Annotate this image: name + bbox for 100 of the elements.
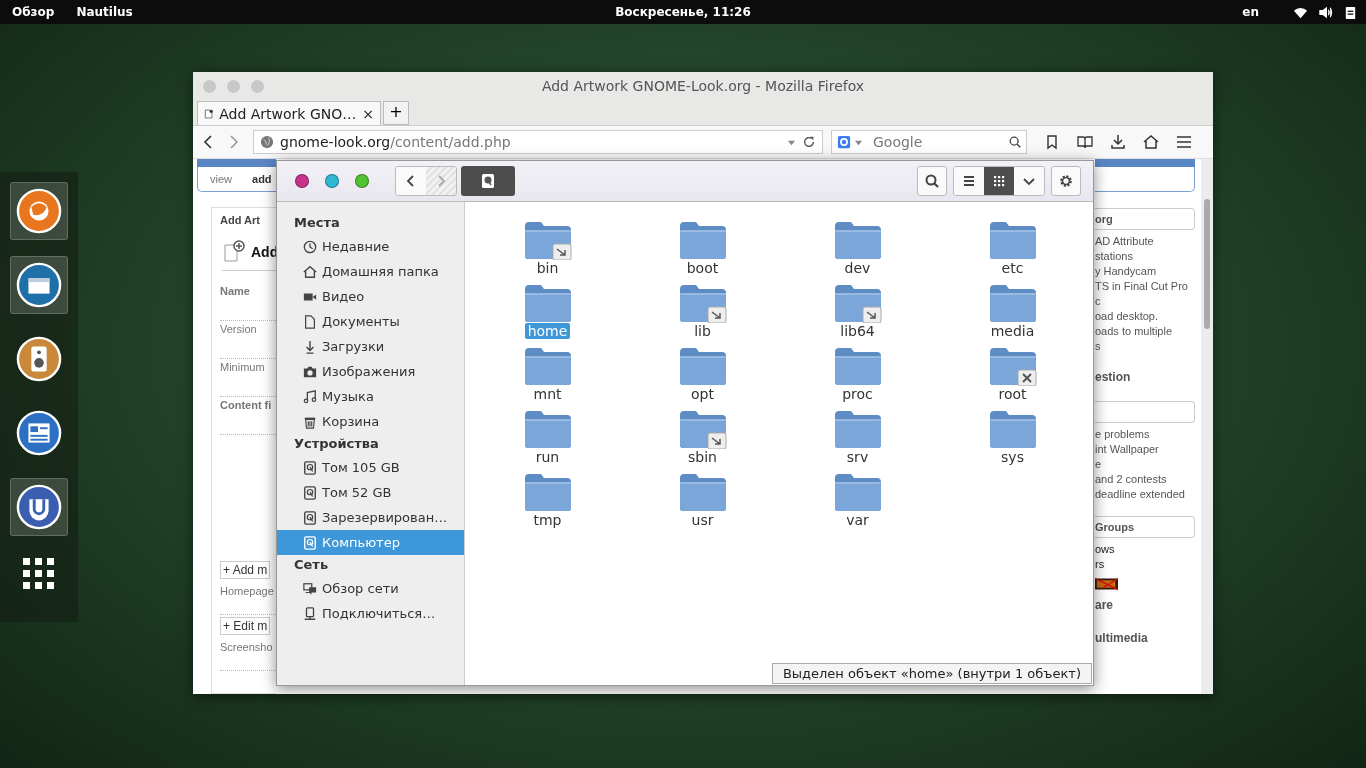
folder-icon[interactable] — [677, 472, 728, 512]
news-link[interactable]: oads to multiple — [1095, 324, 1195, 339]
page-tab-link[interactable]: view — [210, 173, 232, 185]
file-name[interactable]: media — [987, 323, 1038, 339]
address-bar[interactable]: gnome-look.org/content/add.php — [253, 130, 823, 154]
folder-icon[interactable] — [522, 472, 573, 512]
folder-icon[interactable] — [987, 220, 1038, 260]
book-icon[interactable] — [1077, 134, 1093, 150]
file-name[interactable]: usr — [688, 512, 717, 528]
close-tab-button[interactable]: × — [362, 105, 374, 122]
list-view-button[interactable] — [954, 167, 984, 195]
back-button[interactable] — [396, 167, 426, 195]
file-name[interactable]: root — [995, 386, 1030, 402]
app-menu[interactable]: Nautilus — [76, 5, 133, 19]
folder-icon[interactable] — [522, 346, 573, 386]
dock-item-running[interactable] — [10, 256, 68, 314]
folder-icon[interactable] — [677, 220, 728, 260]
news-link[interactable]: TS in Final Cut Pro — [1095, 279, 1195, 294]
news-link[interactable]: deadline extended — [1095, 487, 1195, 502]
folder-link-icon[interactable] — [832, 283, 883, 323]
news-link[interactable]: stations — [1095, 249, 1195, 264]
sidebar-item[interactable]: Обзор сети — [277, 576, 464, 601]
home-icon[interactable] — [1143, 134, 1159, 150]
file-name[interactable]: var — [843, 512, 872, 528]
search-bar[interactable]: Google — [831, 130, 1027, 154]
sidebar-item[interactable]: Том 52 GB — [277, 480, 464, 505]
search-icon[interactable] — [1008, 135, 1022, 149]
news-link[interactable]: int Wallpaper — [1095, 442, 1195, 457]
view-options-button[interactable] — [1014, 167, 1044, 195]
file-name[interactable]: sbin — [685, 449, 720, 465]
file-name[interactable]: opt — [688, 386, 717, 402]
sidebar-item[interactable]: Домашняя папка — [277, 259, 464, 284]
dock-item-running[interactable] — [10, 478, 68, 536]
sidebar-item[interactable]: Музыка — [277, 384, 464, 409]
download-icon[interactable] — [1110, 134, 1126, 150]
news-link[interactable]: y Handycam — [1095, 264, 1195, 279]
bookmark-icon[interactable] — [1044, 134, 1060, 150]
folder-icon[interactable] — [987, 409, 1038, 449]
page-tab-link[interactable]: add — [252, 173, 272, 185]
sidebar-item[interactable]: Документы — [277, 309, 464, 334]
folder-link-icon[interactable] — [522, 220, 573, 260]
app-grid-icon[interactable] — [23, 558, 55, 590]
folder-icon[interactable] — [522, 283, 573, 323]
scrollbar-thumb[interactable] — [1204, 199, 1210, 329]
news-link[interactable]: and 2 contests — [1095, 472, 1195, 487]
folder-icon[interactable] — [832, 346, 883, 386]
news-link[interactable]: s — [1095, 339, 1195, 354]
file-name[interactable]: tmp — [530, 512, 565, 528]
sidebar-item[interactable]: Загрузки — [277, 334, 464, 359]
volume-icon[interactable] — [1318, 4, 1333, 20]
path-button[interactable] — [461, 166, 515, 196]
news-link[interactable]: AD Attribute — [1095, 234, 1195, 249]
add-link-button[interactable]: + Add m — [220, 561, 271, 579]
search-button[interactable] — [917, 166, 947, 196]
close-button[interactable] — [295, 174, 309, 188]
news-link[interactable]: c — [1095, 294, 1195, 309]
bold-link[interactable]: ultimedia — [1095, 629, 1195, 648]
sidebar-item[interactable]: Изображения — [277, 359, 464, 384]
settings-button[interactable] — [1051, 166, 1081, 196]
file-name[interactable]: boot — [683, 260, 722, 276]
folder-icon[interactable] — [677, 346, 728, 386]
file-name[interactable]: mnt — [530, 386, 565, 402]
file-name[interactable]: dev — [841, 260, 874, 276]
folder-icon[interactable] — [987, 283, 1038, 323]
news-link[interactable]: e — [1095, 457, 1195, 472]
sidebar-item[interactable]: Том 105 GB — [277, 455, 464, 480]
menu-icon[interactable] — [1176, 134, 1192, 150]
file-name[interactable]: proc — [839, 386, 876, 402]
clipboard-icon[interactable] — [1343, 4, 1358, 20]
sidebar-item[interactable]: Видео — [277, 284, 464, 309]
maximize-button[interactable] — [355, 174, 369, 188]
folder-icon[interactable] — [832, 472, 883, 512]
sidebar-item[interactable]: Зарезервирован… — [277, 505, 464, 530]
sidebar-item[interactable]: Недавние — [277, 234, 464, 259]
folder-icon[interactable] — [832, 220, 883, 260]
browser-tab[interactable]: Add Artwork GNO… × — [197, 101, 381, 125]
search-engine-icon[interactable] — [837, 135, 851, 149]
folder-icon[interactable] — [522, 409, 573, 449]
language-indicator[interactable]: en — [1242, 5, 1259, 19]
dock-item-running[interactable] — [10, 182, 68, 240]
file-name[interactable]: lib64 — [837, 323, 878, 339]
grid-view-button[interactable] — [984, 167, 1014, 195]
file-name[interactable]: sys — [998, 449, 1027, 465]
file-name[interactable]: srv — [843, 449, 872, 465]
new-tab-button[interactable]: + — [383, 101, 409, 125]
file-name[interactable]: etc — [998, 260, 1027, 276]
file-name[interactable]: lib — [691, 323, 714, 339]
minimize-button[interactable] — [325, 174, 339, 188]
folder-locked-icon[interactable] — [987, 346, 1038, 386]
sidebar-item[interactable]: Подключиться… — [277, 601, 464, 626]
folder-link-icon[interactable] — [677, 409, 728, 449]
add-link-button[interactable]: + Edit m — [220, 617, 271, 635]
activities-button[interactable]: Обзор — [12, 5, 55, 19]
clock[interactable]: Воскресенье, 11:26 — [615, 5, 751, 19]
folder-icon[interactable] — [832, 409, 883, 449]
folder-link-icon[interactable] — [677, 283, 728, 323]
file-name[interactable]: bin — [533, 260, 562, 276]
bold-link[interactable]: are — [1095, 596, 1195, 615]
sidebar-item[interactable]: Корзина — [277, 409, 464, 434]
reload-icon[interactable] — [802, 135, 816, 149]
